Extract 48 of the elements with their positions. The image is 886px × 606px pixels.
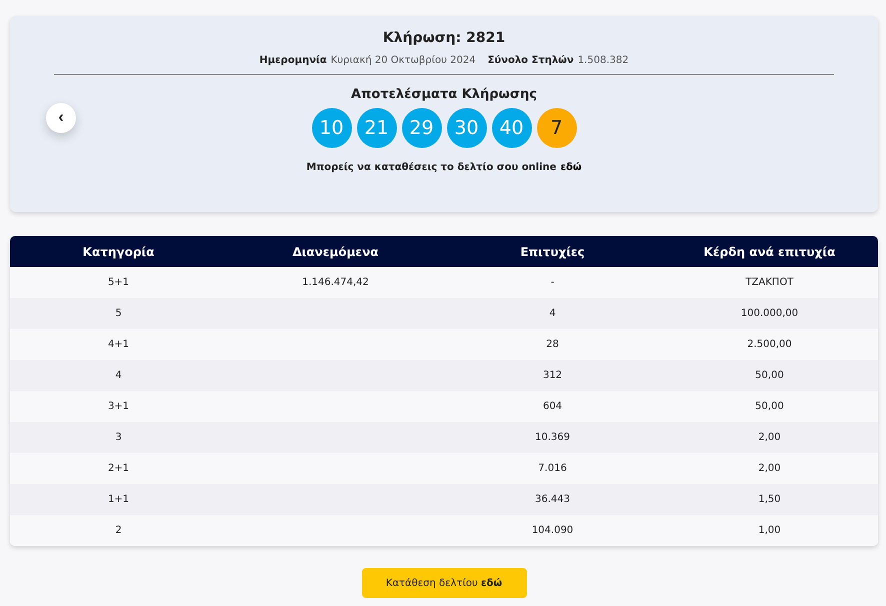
number-ball: 30 <box>446 108 486 148</box>
date-value: Κυριακή 20 Οκτωβρίου 2024 <box>330 55 476 66</box>
table-cell: 312 <box>542 370 562 381</box>
table-cell: 50,00 <box>755 401 784 412</box>
table-cell: 1,00 <box>758 525 781 536</box>
results-title: Αποτελέσματα Κλήρωσης <box>351 87 537 102</box>
column-header: Διανεμόμενα <box>291 244 380 260</box>
table-cell: 50,00 <box>755 370 784 381</box>
draw-title: Κλήρωση: 2821 <box>382 30 506 46</box>
table-cell: 36.443 <box>535 494 570 505</box>
table-cell: 1.146.474,42 <box>302 277 369 288</box>
number-ball: 7 <box>536 108 576 148</box>
table-cell: 4 <box>115 370 122 381</box>
number-ball: 40 <box>492 108 532 148</box>
table-cell: 10.369 <box>535 432 570 443</box>
submit-button[interactable]: Κατάθεση δελτίου εδώ <box>362 568 526 598</box>
table-cell: - <box>550 277 554 288</box>
table-cell: 2+1 <box>108 463 130 474</box>
table-cell: 2.500,00 <box>747 339 792 350</box>
previous-button[interactable]: ‹ <box>46 103 76 133</box>
table-cell: 604 <box>542 401 562 412</box>
table-cell: 5 <box>115 308 122 319</box>
total-label: Σύνολο Στηλών <box>488 55 574 66</box>
number-ball: 10 <box>312 108 352 148</box>
column-header: Κατηγορία <box>82 244 156 260</box>
table-cell: 4 <box>549 308 556 319</box>
number-ball: 21 <box>356 108 396 148</box>
number-ball: 29 <box>402 108 442 148</box>
table-cell: 100.000,00 <box>740 308 798 319</box>
table-cell: 3 <box>115 432 122 443</box>
table-cell: 2,00 <box>758 463 781 474</box>
table-cell: 2 <box>115 525 122 536</box>
table-cell: 7.016 <box>538 463 567 474</box>
table-cell: 2,00 <box>758 432 781 443</box>
table-cell: 4+1 <box>108 339 130 350</box>
table-cell: 3+1 <box>108 401 130 412</box>
online-link[interactable]: εδώ <box>560 162 582 173</box>
online-note: Μπορείς να καταθέσεις το δελτίο σου online <box>306 162 556 173</box>
table-cell: 1+1 <box>108 494 130 505</box>
table-cell: 28 <box>546 339 559 350</box>
table-cell: ΤΖΑΚΠΟΤ <box>746 277 794 288</box>
total-value: 1.508.382 <box>578 55 629 66</box>
column-header: Επιτυχίες <box>519 244 586 260</box>
table-cell: 104.090 <box>532 525 574 536</box>
table-cell: 1,50 <box>758 494 781 505</box>
date-label: Ημερομηνία <box>259 55 327 66</box>
column-header: Κέρδη ανά επιτυχία <box>702 244 836 260</box>
table-cell: 5+1 <box>108 277 130 288</box>
